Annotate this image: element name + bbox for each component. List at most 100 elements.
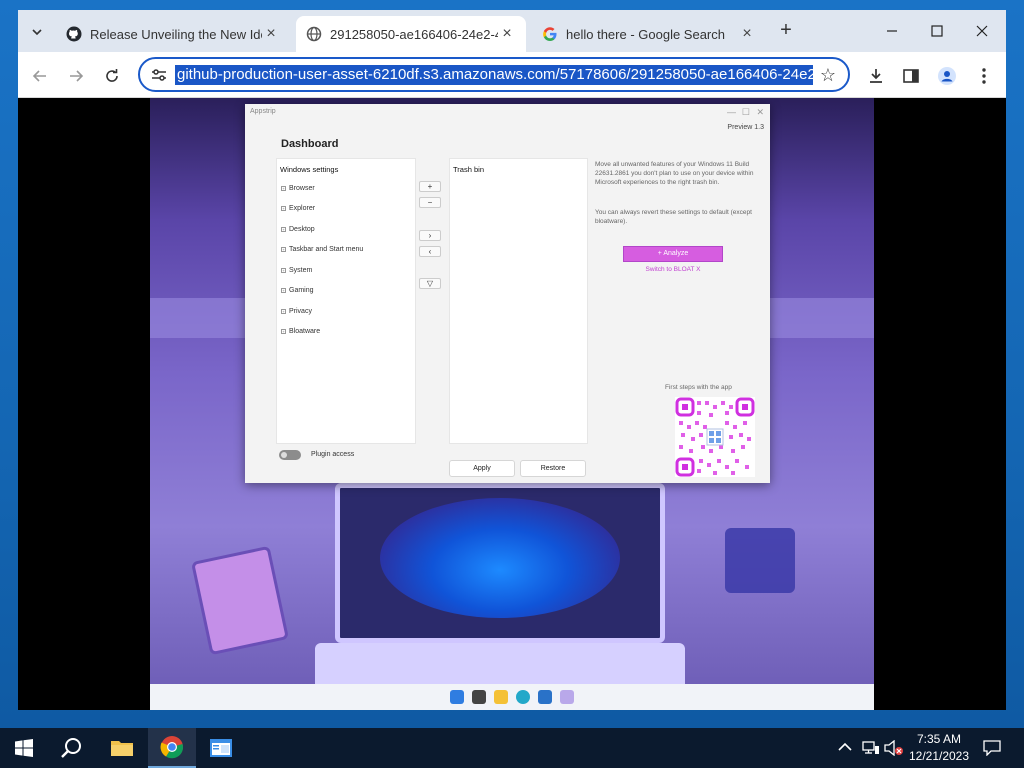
- search-icon: [61, 738, 81, 758]
- remove-button: −: [419, 197, 441, 208]
- plugin-access-toggle: [279, 450, 301, 460]
- maximize-icon: [931, 25, 943, 37]
- expand-icon: +: [281, 309, 286, 314]
- qr-code-icon: [675, 397, 755, 477]
- expand-icon: +: [281, 227, 286, 232]
- chrome-taskbar-button[interactable]: [148, 728, 196, 768]
- reload-button[interactable]: [100, 64, 124, 88]
- phone-illustration: [190, 545, 290, 656]
- folder-icon: [494, 690, 508, 704]
- windows-settings-panel: Windows settings + Browser + Explorer + Des…: [276, 158, 416, 444]
- task-view-icon: [472, 690, 486, 704]
- app-taskbar-button[interactable]: [197, 728, 245, 768]
- move-right-button: ›: [419, 230, 441, 241]
- close-window-button[interactable]: [960, 18, 1004, 44]
- dashboard-heading: Dashboard: [281, 138, 339, 150]
- notifications-button[interactable]: [983, 740, 1001, 759]
- minimize-button[interactable]: [870, 18, 914, 44]
- side-panel-button[interactable]: [900, 65, 922, 87]
- address-bar[interactable]: github-production-user-asset-6210df.s3.a…: [138, 57, 850, 92]
- tab-github-release[interactable]: Release Unveiling the New Iden ×: [56, 16, 290, 52]
- tab-strip: Release Unveiling the New Iden × 2912580…: [18, 10, 1006, 52]
- search-button[interactable]: [48, 728, 96, 768]
- plugin-access-label: Plugin access: [311, 451, 355, 458]
- windows-logo-icon: [15, 739, 33, 757]
- filter-button: ▽: [419, 278, 441, 289]
- globe-icon: [306, 26, 322, 42]
- clock-date: 12/21/2023: [908, 749, 970, 763]
- url-text[interactable]: github-production-user-asset-6210df.s3.a…: [175, 65, 813, 85]
- back-arrow-icon: [32, 70, 46, 82]
- panel-header: Windows settings: [280, 165, 339, 174]
- revert-note: You can always revert these settings to …: [595, 209, 752, 225]
- restore-button: Restore: [520, 460, 586, 477]
- tab-google-search[interactable]: hello there - Google Search ×: [532, 16, 766, 52]
- app-minimize-icon: —: [727, 107, 736, 117]
- menu-button[interactable]: [973, 65, 995, 87]
- side-panel-icon: [903, 69, 919, 83]
- tree-item-bloatware: + Bloatware: [281, 328, 321, 335]
- move-left-button: ‹: [419, 246, 441, 257]
- folder-icon: [111, 741, 133, 756]
- file-explorer-button[interactable]: [98, 728, 146, 768]
- tab-close-icon[interactable]: ×: [262, 25, 280, 43]
- github-icon: [66, 26, 82, 42]
- tree-item-system: + System: [281, 267, 313, 274]
- tree-item-taskbar: + Taskbar and Start menu: [281, 246, 364, 253]
- new-tab-button[interactable]: +: [775, 20, 797, 42]
- embedded-taskbar: [150, 684, 874, 710]
- expand-icon: +: [281, 329, 286, 334]
- start-button[interactable]: [0, 728, 48, 768]
- profile-icon: [938, 67, 956, 85]
- switch-bloat-link: Switch to BLOAT X: [645, 266, 701, 273]
- tree-item-explorer: + Explorer: [281, 205, 316, 212]
- appstrip-window: Appstrip — ☐ ✕ Preview 1.3 Dashboard Win…: [245, 104, 770, 483]
- system-clock[interactable]: 7:35 AM 12/21/2023: [896, 731, 982, 765]
- back-button[interactable]: [28, 64, 52, 88]
- tab-title: hello there - Google Search: [566, 26, 725, 42]
- clock-time: 7:35 AM: [916, 732, 962, 746]
- minimize-icon: [887, 30, 897, 32]
- chrome-icon: [160, 736, 184, 759]
- first-steps-label: First steps with the app: [665, 384, 732, 391]
- trash-bin-panel: Trash bin: [449, 158, 588, 444]
- analyze-button: + Analyze: [623, 246, 723, 262]
- maximize-button[interactable]: [915, 18, 959, 44]
- tab-title: 291258050-ae166406-24e2-4044: [330, 26, 498, 42]
- tab-title: Release Unveiling the New Iden: [90, 26, 262, 42]
- google-icon: [542, 26, 558, 42]
- tab-close-icon[interactable]: ×: [498, 25, 516, 43]
- expand-icon: +: [281, 186, 286, 191]
- expand-icon: +: [281, 288, 286, 293]
- site-settings-icon[interactable]: [150, 66, 168, 84]
- downloads-button[interactable]: [865, 65, 887, 87]
- forward-button[interactable]: [64, 64, 88, 88]
- bookmark-star-icon[interactable]: ☆: [820, 65, 836, 86]
- reload-icon: [106, 69, 118, 82]
- app-icon: [560, 690, 574, 704]
- download-icon: [870, 69, 882, 83]
- apply-button: Apply: [449, 460, 515, 477]
- tab-image[interactable]: 291258050-ae166406-24e2-4044 ×: [296, 16, 526, 52]
- page-content: Appstrip — ☐ ✕ Preview 1.3 Dashboard Win…: [18, 98, 1006, 710]
- network-icon: [862, 741, 879, 754]
- network-button[interactable]: [862, 740, 880, 759]
- profile-button[interactable]: [936, 65, 958, 87]
- tree-item-desktop: + Desktop: [281, 226, 315, 233]
- expand-icon: +: [281, 206, 286, 211]
- chevron-down-icon: [32, 29, 42, 36]
- browser-window: Release Unveiling the New Iden × 2912580…: [18, 10, 1006, 710]
- tab-close-icon[interactable]: ×: [738, 25, 756, 43]
- show-hidden-icons-button[interactable]: [838, 740, 852, 755]
- app-maximize-icon: ☐: [741, 107, 750, 117]
- glass-illustration: [725, 528, 795, 593]
- taskbar: 7:35 AM 12/21/2023: [0, 728, 1024, 768]
- kebab-menu-icon: [982, 68, 986, 84]
- window-app-icon: [210, 739, 232, 757]
- close-icon: [976, 25, 988, 37]
- tab-search-button[interactable]: [24, 20, 50, 44]
- tree-item-privacy: + Privacy: [281, 308, 312, 315]
- tree-item-gaming: + Gaming: [281, 287, 314, 294]
- laptop-illustration: [335, 483, 665, 643]
- expand-icon: +: [281, 268, 286, 273]
